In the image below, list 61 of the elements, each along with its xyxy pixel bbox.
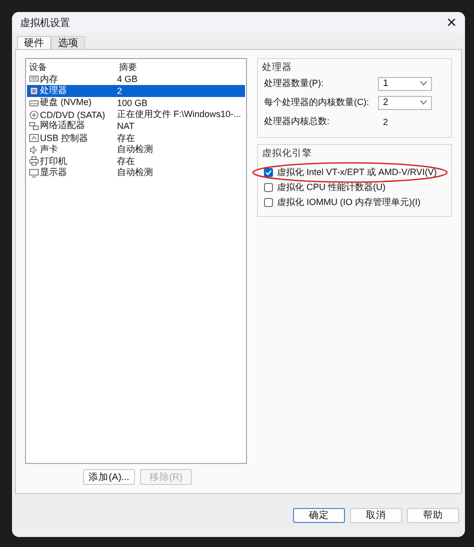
chevron-down-icon	[420, 81, 427, 86]
dropdown[interactable]: 1	[378, 76, 432, 90]
window-title: 虚拟机设置	[20, 16, 70, 30]
device-name: USB 控制器	[40, 132, 88, 144]
speaker-icon	[29, 144, 39, 155]
chevron-down-icon	[420, 100, 427, 105]
device-name: 声卡	[40, 143, 58, 156]
device-row[interactable]: 打印机 存在	[27, 154, 245, 166]
drive-icon	[29, 98, 39, 108]
device-row[interactable]: 处理器 2	[27, 85, 245, 97]
device-summary: NAT	[117, 120, 136, 131]
ok-button[interactable]: 确定	[293, 508, 345, 523]
field-label: 处理器数量(P):	[264, 77, 324, 90]
device-row[interactable]: USB 控制器 存在	[27, 132, 245, 144]
device-summary: 正在使用文件 F:\Windows10-...	[117, 108, 242, 122]
checkbox[interactable]	[264, 183, 273, 192]
device-row[interactable]: 显示器 自动检测	[27, 166, 245, 178]
checkbox-label[interactable]: 虚拟化 CPU 性能计数器(U)	[277, 181, 386, 194]
device-name: 内存	[40, 72, 58, 86]
checkbox[interactable]	[264, 168, 273, 177]
field-label: 每个处理器的内核数量(C):	[264, 96, 370, 109]
device-row[interactable]: 网络适配器 NAT	[27, 120, 245, 132]
monitor-icon	[29, 168, 39, 178]
device-summary: 存在	[117, 132, 136, 144]
device-name: 网络适配器	[40, 120, 85, 132]
tab[interactable]: 选项	[51, 36, 85, 49]
device-summary: 自动检测	[117, 166, 154, 180]
device-row[interactable]: 声卡 自动检测	[27, 143, 245, 155]
device-name: 处理器	[40, 84, 67, 98]
usb-icon	[29, 133, 39, 144]
device-summary: 存在	[117, 154, 136, 168]
column-header[interactable]: 设备	[27, 61, 117, 74]
device-row[interactable]: 硬盘 (NVMe) 100 GB	[27, 96, 245, 108]
column-header[interactable]: 摘要	[117, 61, 245, 74]
device-name: CD/DVD (SATA)	[40, 110, 106, 120]
field-label: 处理器内核总数:	[264, 115, 331, 128]
group-title: 处理器	[262, 61, 293, 74]
chip-icon	[29, 86, 39, 96]
device-summary: 100 GB	[117, 98, 149, 108]
device-summary: 2	[117, 86, 124, 96]
group-title: 虚拟化引擎	[262, 147, 313, 160]
dropdown[interactable]: 2	[378, 96, 432, 110]
checkbox[interactable]	[264, 198, 273, 207]
device-row[interactable]: CD/DVD (SATA) 正在使用文件 F:\Windows10-...	[27, 108, 245, 120]
field-value: 2	[382, 116, 388, 126]
device-summary: 4 GB	[117, 74, 139, 84]
disc-icon	[29, 110, 39, 120]
cancel-button[interactable]: 取消	[350, 508, 402, 523]
device-name: 硬盘 (NVMe)	[40, 96, 92, 110]
help-button[interactable]: 帮助	[407, 508, 459, 523]
checkbox-label[interactable]: 虚拟化 IOMMU (IO 内存管理单元)(I)	[277, 196, 420, 209]
network-icon	[29, 120, 39, 131]
close-button[interactable]: ✕	[446, 14, 457, 30]
tab[interactable]: 硬件	[17, 36, 51, 49]
add-button[interactable]: 添加(A)...	[83, 469, 135, 485]
device-name: 显示器	[40, 166, 67, 180]
device-name: 打印机	[40, 154, 67, 168]
memory-icon	[29, 74, 39, 84]
device-row[interactable]: 内存 4 GB	[27, 74, 245, 86]
device-summary: 自动检测	[117, 143, 154, 156]
printer-icon	[29, 156, 39, 166]
